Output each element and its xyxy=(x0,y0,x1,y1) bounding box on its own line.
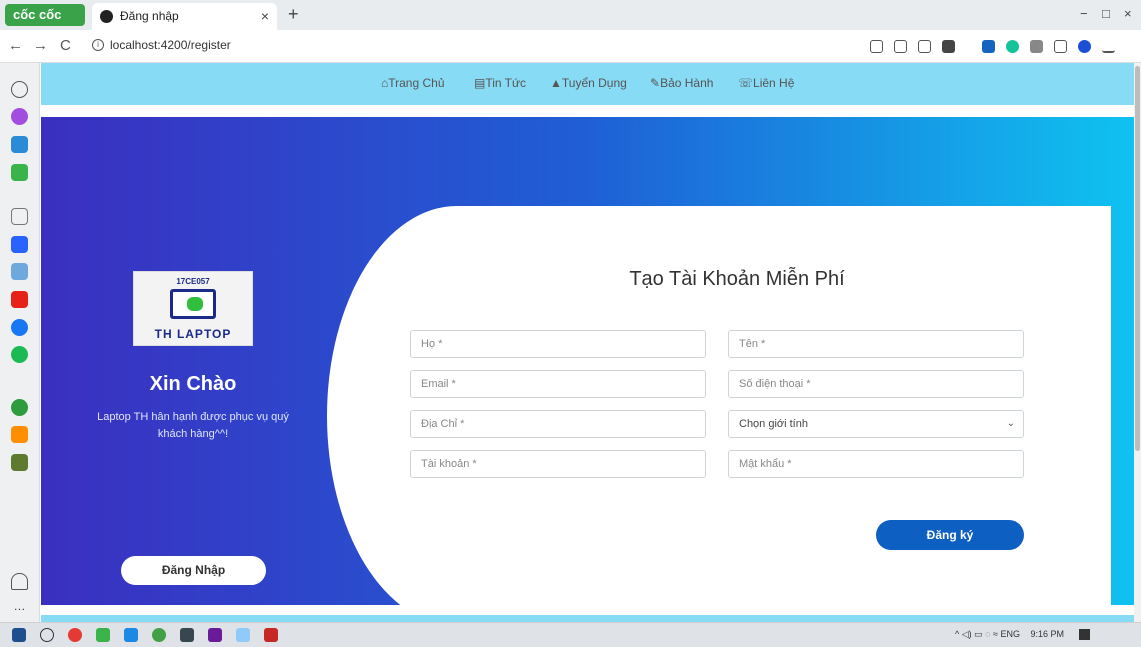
login-button[interactable]: Đăng Nhập xyxy=(121,556,266,585)
wrench-icon: ✎ xyxy=(650,76,661,90)
extensions-puzzle-icon[interactable] xyxy=(1054,40,1067,53)
chevron-down-icon: ⌄ xyxy=(1006,418,1015,429)
close-window-icon[interactable]: × xyxy=(1124,6,1132,21)
greeting-heading: Xin Chào xyxy=(149,373,237,395)
nav-contact[interactable]: ☏Liên Hệ xyxy=(738,76,794,90)
phone-icon: ☏ xyxy=(738,76,754,90)
last-name-input[interactable]: Họ * xyxy=(410,330,706,358)
logo-code-text: 17CE057 xyxy=(176,277,210,286)
history-icon[interactable] xyxy=(11,81,28,98)
translate-icon[interactable] xyxy=(11,236,28,253)
username-input[interactable]: Tài khoản * xyxy=(410,450,706,478)
gender-select-value: Chọn giới tính xyxy=(739,418,808,430)
browser-sidebar: … xyxy=(0,63,40,622)
register-button[interactable]: Đăng ký xyxy=(876,520,1024,550)
app-dark-icon[interactable] xyxy=(180,628,194,642)
add-icon[interactable] xyxy=(11,208,28,225)
facebook-icon[interactable] xyxy=(11,319,28,336)
coccoc-brand-button[interactable]: cốc cốc xyxy=(5,4,85,26)
notification-bell-icon[interactable] xyxy=(11,573,28,590)
profile-avatar-icon[interactable] xyxy=(1078,40,1091,53)
messenger-icon[interactable] xyxy=(11,108,28,125)
spotify-icon[interactable] xyxy=(11,346,28,363)
gender-select[interactable]: Chọn giới tính ⌄ xyxy=(728,410,1024,438)
grammarly-icon[interactable] xyxy=(1006,40,1019,53)
url-field[interactable]: localhost:4200/register xyxy=(110,38,231,52)
browser-tab[interactable]: Đăng nhập × xyxy=(92,3,277,30)
windows-start-icon[interactable] xyxy=(12,628,26,642)
footer-band xyxy=(41,615,1134,622)
notifications-icon[interactable] xyxy=(1078,629,1090,641)
language-indicator[interactable]: ENG xyxy=(1000,629,1020,639)
extension-pen-icon[interactable] xyxy=(1030,40,1043,53)
hero-section: 17CE057 TH LAPTOP Xin Chào Laptop TH hân… xyxy=(41,117,1134,622)
system-tray: ^ ◁) ▭ ◌ ≈ ENG 9:16 PM xyxy=(955,629,1090,641)
search-icon[interactable] xyxy=(40,628,54,642)
browser-tab-bar: cốc cốc Đăng nhập × + − □ × xyxy=(0,0,1141,30)
thumbs-up-icon: ▲ xyxy=(550,76,562,90)
zalo-taskbar-icon[interactable] xyxy=(236,628,250,642)
zalo-icon[interactable] xyxy=(11,136,28,153)
phone-input[interactable]: Số điện thoại * xyxy=(728,370,1024,398)
logo-title: TH LAPTOP xyxy=(154,327,232,341)
windows-taskbar: ^ ◁) ▭ ◌ ≈ ENG 9:16 PM xyxy=(0,622,1141,647)
youtube-icon[interactable] xyxy=(11,291,28,308)
new-tab-icon[interactable]: + xyxy=(288,4,299,25)
nav-home[interactable]: ⌂Trang Chủ xyxy=(381,76,445,90)
forward-icon[interactable]: → xyxy=(33,37,48,54)
app-green-icon[interactable] xyxy=(152,628,166,642)
scrollbar-thumb[interactable] xyxy=(1135,66,1140,451)
back-icon[interactable]: ← xyxy=(8,37,23,54)
more-options-icon[interactable]: … xyxy=(11,598,28,615)
soccer-icon[interactable] xyxy=(11,399,28,416)
nav-news[interactable]: ▤Tin Tức xyxy=(474,76,526,90)
extension-icon[interactable] xyxy=(11,263,28,280)
register-form-card: Tạo Tài Khoản Miễn Phí Họ * Tên * Email … xyxy=(327,206,1111,622)
shopping-icon[interactable] xyxy=(11,426,28,443)
nav-warranty[interactable]: ✎Bảo Hành xyxy=(650,76,713,90)
top-navigation: ⌂Trang Chủ ▤Tin Tức ▲Tuyển Dụng ✎Bảo Hàn… xyxy=(41,63,1134,105)
app-purple-icon[interactable] xyxy=(208,628,222,642)
page-content: ⌂Trang Chủ ▤Tin Tức ▲Tuyển Dụng ✎Bảo Hàn… xyxy=(41,63,1134,622)
share-icon[interactable] xyxy=(870,40,883,53)
tray-icons[interactable]: ^ ◁) ▭ ◌ ≈ xyxy=(955,629,1000,639)
extension-blue-icon[interactable] xyxy=(982,40,995,53)
reload-icon[interactable]: C xyxy=(60,37,71,54)
site-info-icon[interactable]: i xyxy=(92,39,104,51)
address-input[interactable]: Địa Chỉ * xyxy=(410,410,706,438)
game-icon[interactable] xyxy=(11,164,28,181)
tab-title: Đăng nhập xyxy=(120,9,179,23)
minecraft-icon[interactable] xyxy=(11,454,28,471)
downloads-icon[interactable] xyxy=(1102,40,1115,53)
email-input[interactable]: Email * xyxy=(410,370,706,398)
th-laptop-logo: 17CE057 TH LAPTOP xyxy=(133,271,253,346)
wps-icon[interactable] xyxy=(264,628,278,642)
nav-recruitment[interactable]: ▲Tuyển Dụng xyxy=(550,76,627,90)
minimize-icon[interactable]: − xyxy=(1080,6,1088,21)
address-bar: ← → C i localhost:4200/register xyxy=(0,30,1141,63)
bookmark-star-icon[interactable] xyxy=(894,40,907,53)
form-title: Tạo Tài Khoản Miễn Phí xyxy=(629,268,845,290)
tab-close-icon[interactable]: × xyxy=(261,3,269,30)
clock[interactable]: 9:16 PM xyxy=(1030,629,1064,639)
vscode-icon[interactable] xyxy=(124,628,138,642)
welcome-text: Laptop TH hân hạnh được phục vụ quý khác… xyxy=(97,411,289,440)
coccoc-taskbar-icon[interactable] xyxy=(96,628,110,642)
password-input[interactable]: Mật khẩu * xyxy=(728,450,1024,478)
angular-favicon-icon xyxy=(100,10,113,23)
download-ext-icon[interactable] xyxy=(942,40,955,53)
laptop-icon xyxy=(170,289,216,319)
newspaper-icon: ▤ xyxy=(474,76,486,90)
maximize-icon[interactable]: □ xyxy=(1102,6,1110,21)
logo-blob-icon xyxy=(187,297,203,311)
chrome-icon[interactable] xyxy=(68,628,82,642)
first-name-input[interactable]: Tên * xyxy=(728,330,1024,358)
shield-icon[interactable] xyxy=(918,40,931,53)
